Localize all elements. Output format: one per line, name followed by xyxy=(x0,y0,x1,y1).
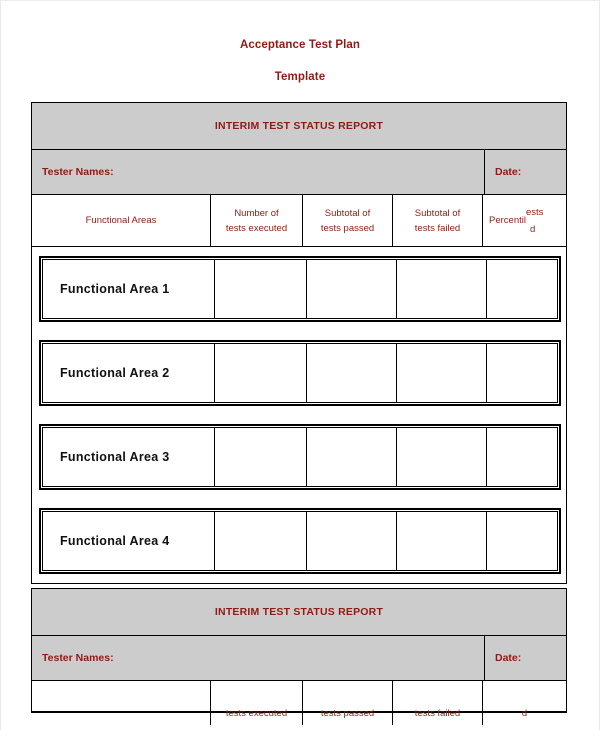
cell-tests-failed[interactable] xyxy=(397,344,487,402)
column-header-percentile-second: d xyxy=(483,681,566,725)
cell-tests-failed[interactable] xyxy=(397,512,487,570)
cell-percentile[interactable] xyxy=(487,428,557,486)
tester-names-field-second[interactable]: Tester Names: xyxy=(32,636,485,680)
functional-area-label: Functional Area 4 xyxy=(60,534,170,548)
cell-tests-passed[interactable] xyxy=(307,260,397,318)
column-header-functional-areas-label: Functional Areas xyxy=(85,215,157,226)
interim-test-status-report-table: INTERIM TEST STATUS REPORT Tester Names:… xyxy=(31,102,567,584)
cell-tests-passed[interactable] xyxy=(307,428,397,486)
column-header-tests-failed-second: tests failed xyxy=(393,681,483,725)
functional-area-inner-box: Functional Area 2 xyxy=(42,343,558,403)
column-header-tests-passed-label-second: tests passed xyxy=(320,708,375,719)
table-row: Functional Area 4 xyxy=(32,499,566,583)
report-banner-second: INTERIM TEST STATUS REPORT xyxy=(32,589,566,636)
column-header-tests-failed: Subtotal of tests failed xyxy=(393,195,483,246)
column-header-tests-executed-label: Number of tests executed xyxy=(226,206,287,236)
cell-tests-passed[interactable] xyxy=(307,512,397,570)
column-header-tests-executed-label-second: tests executed xyxy=(225,708,288,719)
page-title: Acceptance Test Plan xyxy=(239,39,361,51)
cell-tests-executed[interactable] xyxy=(215,512,307,570)
functional-area-name-cell: Functional Area 3 xyxy=(43,428,215,486)
cell-tests-failed[interactable] xyxy=(397,428,487,486)
tester-names-label: Tester Names: xyxy=(42,166,114,178)
column-header-tests-passed: Subtotal of tests passed xyxy=(303,195,393,246)
column-header-row-second-clipped: tests executed tests passed tests failed… xyxy=(32,681,566,725)
cell-tests-executed[interactable] xyxy=(215,344,307,402)
functional-area-label: Functional Area 3 xyxy=(60,450,170,464)
report-banner: INTERIM TEST STATUS REPORT xyxy=(32,103,566,150)
tester-info-row-second: Tester Names: Date: xyxy=(32,636,566,681)
column-header-row: Functional Areas Number of tests execute… xyxy=(32,195,566,247)
report-banner-title: INTERIM TEST STATUS REPORT xyxy=(214,120,384,132)
percentile-clipped-text-wrap: Percentil ests d xyxy=(486,195,563,246)
line-1: Subtotal of xyxy=(324,207,371,219)
functional-area-outer-box: Functional Area 4 xyxy=(39,508,561,574)
functional-area-label: Functional Area 1 xyxy=(60,282,170,296)
line-2: tests executed xyxy=(225,222,288,234)
functional-area-inner-box: Functional Area 1 xyxy=(42,259,558,319)
column-header-functional-areas: Functional Areas xyxy=(32,195,211,246)
cell-percentile[interactable] xyxy=(487,344,557,402)
column-header-tests-failed-label: Subtotal of tests failed xyxy=(415,206,460,236)
date-label: Date: xyxy=(495,166,522,178)
cell-percentile[interactable] xyxy=(487,512,557,570)
column-header-tests-executed: Number of tests executed xyxy=(211,195,303,246)
table-row: Functional Area 2 xyxy=(32,331,566,415)
percentile-text-overflow-top: ests xyxy=(526,207,544,218)
functional-area-label: Functional Area 2 xyxy=(60,366,170,380)
document-title-block: Acceptance Test Plan Template xyxy=(1,1,599,84)
column-header-tests-passed-label: Subtotal of tests passed xyxy=(321,206,374,236)
functional-area-outer-box: Functional Area 1 xyxy=(39,256,561,322)
date-label-second: Date: xyxy=(495,652,522,664)
functional-area-name-cell: Functional Area 1 xyxy=(43,260,215,318)
column-header-percentile-label-second: d xyxy=(521,708,528,719)
functional-area-name-cell: Functional Area 4 xyxy=(43,512,215,570)
page-subtitle: Template xyxy=(274,71,326,83)
line-1: Subtotal of xyxy=(414,207,461,219)
cell-tests-failed[interactable] xyxy=(397,260,487,318)
cell-tests-executed[interactable] xyxy=(215,260,307,318)
functional-area-inner-box: Functional Area 4 xyxy=(42,511,558,571)
column-header-percentile: Percentil ests d xyxy=(483,195,566,246)
date-field[interactable]: Date: xyxy=(485,150,566,194)
percentile-text-overflow-bottom: d xyxy=(530,224,536,235)
tester-names-field[interactable]: Tester Names: xyxy=(32,150,485,194)
line-1: Number of xyxy=(234,207,279,219)
functional-area-inner-box: Functional Area 3 xyxy=(42,427,558,487)
document-page: Acceptance Test Plan Template INTERIM TE… xyxy=(0,0,600,730)
percentile-text-main: Percentil xyxy=(489,215,526,226)
functional-area-outer-box: Functional Area 3 xyxy=(39,424,561,490)
column-header-tests-passed-second: tests passed xyxy=(303,681,393,725)
table-row: Functional Area 3 xyxy=(32,415,566,499)
line-2: tests failed xyxy=(414,222,461,234)
column-header-tests-failed-label-second: tests failed xyxy=(414,708,461,719)
table-row: Functional Area 1 xyxy=(32,247,566,331)
interim-test-status-report-table-second: INTERIM TEST STATUS REPORT Tester Names:… xyxy=(31,588,567,725)
tester-info-row: Tester Names: Date: xyxy=(32,150,566,195)
column-header-tests-executed-second: tests executed xyxy=(211,681,303,725)
functional-area-name-cell: Functional Area 2 xyxy=(43,344,215,402)
cell-tests-executed[interactable] xyxy=(215,428,307,486)
cell-tests-passed[interactable] xyxy=(307,344,397,402)
functional-area-outer-box: Functional Area 2 xyxy=(39,340,561,406)
line-2: tests passed xyxy=(320,222,375,234)
column-header-functional-areas-second xyxy=(32,681,211,725)
tester-names-label-second: Tester Names: xyxy=(42,652,114,664)
date-field-second[interactable]: Date: xyxy=(485,636,566,680)
cell-percentile[interactable] xyxy=(487,260,557,318)
report-banner-title-second: INTERIM TEST STATUS REPORT xyxy=(214,606,384,618)
